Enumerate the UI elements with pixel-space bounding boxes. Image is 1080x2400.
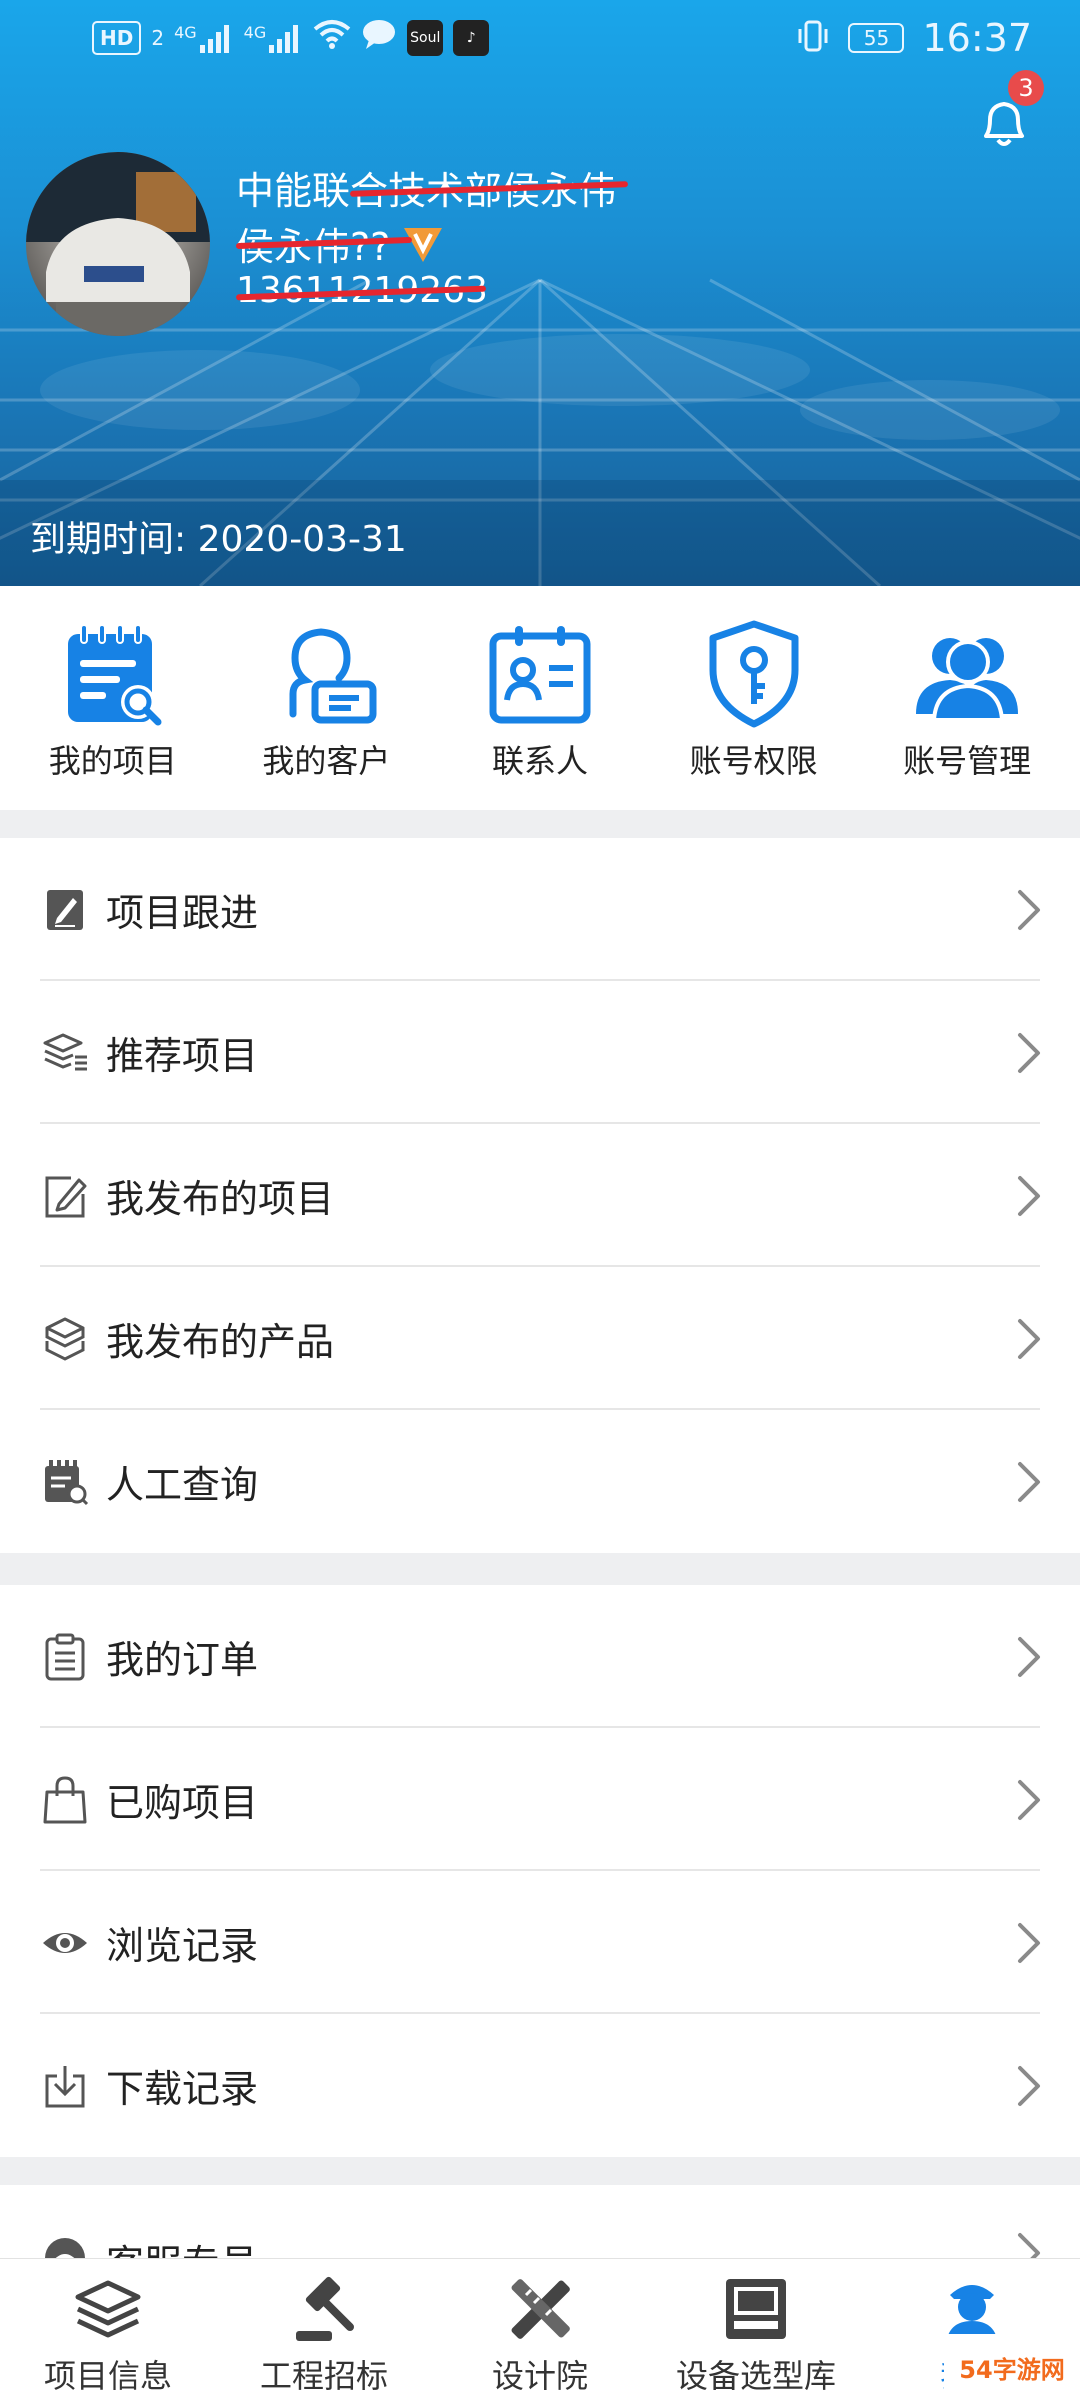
eye-icon: [40, 1918, 90, 1968]
menu-group-projects: 项目跟进 推荐项目 我发布的项目 我发布的产品 人工查询: [0, 838, 1080, 1553]
status-time: 16:37: [922, 16, 1032, 60]
menu-label: 我的订单: [106, 1638, 259, 1682]
status-bar: HD 2 4G 4G Soul ♪ 55 16:37: [0, 0, 1080, 80]
avatar[interactable]: [26, 152, 210, 336]
menu-item-project-follow[interactable]: 项目跟进: [0, 838, 1080, 981]
ruler-pencil-icon: [511, 2279, 570, 2339]
quick-label: 账号权限: [689, 742, 818, 780]
quick-account-management[interactable]: 账号管理: [867, 586, 1067, 782]
vibrate-icon: [796, 19, 830, 57]
sim-number: 2: [151, 25, 165, 50]
chevron-right-icon: [1018, 1175, 1040, 1216]
chevron-right-icon: [1018, 1779, 1040, 1820]
menu-item-my-orders[interactable]: 我的订单: [0, 1585, 1080, 1728]
signal-2-icon: 4G: [244, 23, 304, 53]
bag-icon: [40, 1775, 90, 1825]
chevron-right-icon: [1018, 1318, 1040, 1359]
gavel-icon: [296, 2276, 354, 2341]
signal-1-icon: 4G: [174, 23, 234, 53]
edit-doc-icon: [40, 885, 90, 935]
tab-project-info[interactable]: 项目信息: [0, 2259, 216, 2400]
menu-item-recommended-projects[interactable]: 推荐项目: [0, 981, 1080, 1124]
menu-group-orders: 我的订单 已购项目 浏览记录 下载记录: [0, 1585, 1080, 2157]
contact-icon: [489, 626, 591, 724]
menu-item-my-published-projects[interactable]: 我发布的项目: [0, 1124, 1080, 1267]
wifi-icon: [313, 19, 351, 56]
quick-account-permission[interactable]: 账号权限: [654, 586, 854, 782]
menu-label: 已购项目: [106, 1781, 259, 1825]
tab-tender[interactable]: 工程招标: [216, 2259, 432, 2400]
account-icon: [916, 638, 1019, 722]
menu-label: 我发布的产品: [106, 1320, 335, 1364]
edit-icon: [40, 1171, 90, 1221]
quick-my-projects[interactable]: 我的项目: [13, 586, 213, 782]
customer-icon: [289, 628, 377, 724]
site-watermark: 54字游网: [944, 2334, 1080, 2400]
quick-entries: 我的项目 我的客户 联系人 账号权限 账号管理: [0, 586, 1080, 810]
layers-icon: [40, 1028, 90, 1078]
vip-badge-icon: [400, 224, 446, 264]
tab-label: 设计院: [491, 2357, 588, 2395]
notification-button[interactable]: 3: [974, 70, 1044, 150]
chevron-right-icon: [1018, 1636, 1040, 1677]
tab-design-institute[interactable]: 设计院: [432, 2259, 648, 2400]
menu-item-browse-history[interactable]: 浏览记录: [0, 1871, 1080, 2014]
chevron-right-icon: [1018, 2065, 1040, 2106]
menu-label: 推荐项目: [106, 1034, 259, 1078]
tiktok-app-icon: ♪: [453, 19, 490, 56]
message-app-icon: [361, 18, 397, 57]
menu-label: 我发布的项目: [106, 1177, 335, 1221]
menu-label: 浏览记录: [106, 1924, 259, 1968]
profile-header: HD 2 4G 4G Soul ♪ 55 16:37 3 侯永伟?? 到期时间:…: [0, 0, 1080, 586]
boxes-icon: [40, 1314, 90, 1364]
quick-label: 我的项目: [48, 742, 177, 780]
quick-label: 我的客户: [262, 742, 391, 780]
chevron-right-icon: [1018, 1922, 1040, 1963]
soul-app-icon: Soul: [407, 19, 444, 56]
tab-label: 项目信息: [43, 2357, 172, 2395]
monitor-icon: [726, 2279, 786, 2339]
menu-label: 下载记录: [106, 2067, 259, 2111]
app-root: HD 2 4G 4G Soul ♪ 55 16:37 3 侯永伟?? 到期时间:…: [0, 0, 1080, 2400]
menu-label: 项目跟进: [106, 891, 259, 935]
permission-icon: [709, 620, 799, 728]
menu-item-purchased-projects[interactable]: 已购项目: [0, 1728, 1080, 1871]
expire-date: 到期时间: 2020-03-31: [30, 519, 407, 560]
chevron-right-icon: [1018, 889, 1040, 930]
quick-label: 联系人: [491, 742, 588, 780]
clipboard-icon: [40, 1632, 90, 1682]
search-doc-icon: [40, 1457, 90, 1507]
layers-icon: [75, 2280, 141, 2338]
project-icon: [67, 624, 162, 726]
quick-contacts[interactable]: 联系人: [440, 586, 640, 782]
bottom-tab-bar: 项目信息 工程招标 设计院 设备选型库: [0, 2258, 1080, 2400]
hd-indicator: HD: [92, 20, 142, 55]
chevron-right-icon: [1018, 1461, 1040, 1502]
menu-item-download-history[interactable]: 下载记录: [0, 2014, 1080, 2157]
chevron-right-icon: [1018, 1032, 1040, 1073]
menu-label: 人工查询: [106, 1463, 259, 1507]
notification-count-badge: 3: [1008, 70, 1044, 106]
battery-indicator: 55: [848, 23, 905, 53]
tab-label: 工程招标: [259, 2357, 388, 2395]
download-icon: [40, 2061, 90, 2111]
quick-my-customers[interactable]: 我的客户: [226, 586, 426, 782]
tab-label: 设备选型库: [675, 2357, 836, 2395]
menu-item-my-published-products[interactable]: 我发布的产品: [0, 1267, 1080, 1410]
quick-label: 账号管理: [903, 742, 1032, 780]
menu-item-manual-query[interactable]: 人工查询: [0, 1410, 1080, 1553]
tab-equipment-library[interactable]: 设备选型库: [648, 2259, 864, 2400]
